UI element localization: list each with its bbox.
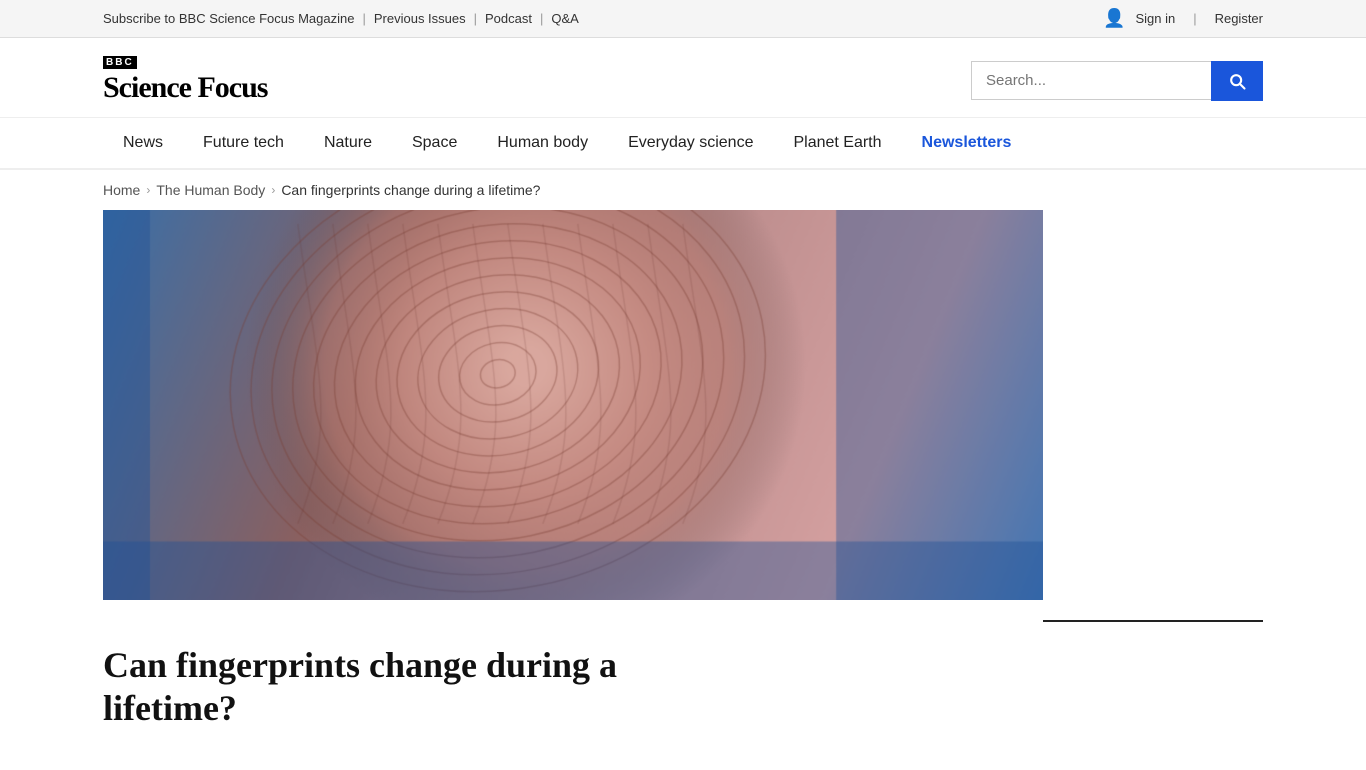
hero-image [103, 210, 1043, 600]
nav-item-human-body[interactable]: Human body [477, 118, 608, 168]
separator-2: | [474, 11, 477, 26]
search-icon [1227, 71, 1247, 91]
separator-1: | [362, 11, 365, 26]
breadcrumb-section[interactable]: The Human Body [156, 182, 265, 198]
nav-item-future-tech[interactable]: Future tech [183, 118, 304, 168]
qa-link[interactable]: Q&A [551, 11, 578, 26]
separator-auth: | [1193, 11, 1196, 26]
breadcrumb-home[interactable]: Home [103, 182, 140, 198]
main-content: Can fingerprints change during a lifetim… [83, 210, 1283, 770]
site-title: Science Focus [103, 71, 267, 105]
previous-issues-link[interactable]: Previous Issues [374, 11, 466, 26]
fingerprint-canvas [103, 210, 1043, 600]
logo[interactable]: BBC Science Focus [103, 56, 267, 105]
nav-item-everyday-science[interactable]: Everyday science [608, 118, 773, 168]
nav-item-news[interactable]: News [103, 118, 183, 168]
register-link[interactable]: Register [1215, 11, 1263, 26]
search-button[interactable] [1211, 61, 1263, 101]
sidebar-divider [1043, 620, 1263, 622]
nav-item-space[interactable]: Space [392, 118, 477, 168]
search-container [971, 61, 1263, 101]
user-icon: 👤 [1103, 8, 1125, 29]
header: BBC Science Focus [0, 38, 1366, 118]
auth-links: 👤 Sign in | Register [1103, 8, 1263, 29]
nav-item-nature[interactable]: Nature [304, 118, 392, 168]
top-bar: Subscribe to BBC Science Focus Magazine … [0, 0, 1366, 38]
separator-3: | [540, 11, 543, 26]
breadcrumb-current: Can fingerprints change during a lifetim… [281, 182, 540, 198]
nav-item-newsletters[interactable]: Newsletters [902, 118, 1032, 168]
breadcrumb-sep-2: › [271, 183, 275, 197]
main-nav: News Future tech Nature Space Human body… [0, 118, 1366, 170]
bbc-label: BBC [103, 56, 267, 69]
breadcrumb: Home › The Human Body › Can fingerprints… [83, 170, 1283, 210]
bbc-text: BBC [103, 56, 137, 69]
nav-item-planet-earth[interactable]: Planet Earth [773, 118, 901, 168]
signin-link[interactable]: Sign in [1135, 11, 1175, 26]
subscribe-link[interactable]: Subscribe to BBC Science Focus Magazine [103, 11, 354, 26]
article-title: Can fingerprints change during a lifetim… [103, 644, 1003, 730]
search-input[interactable] [971, 61, 1211, 100]
breadcrumb-sep-1: › [146, 183, 150, 197]
top-bar-links: Subscribe to BBC Science Focus Magazine … [103, 11, 579, 26]
podcast-link[interactable]: Podcast [485, 11, 532, 26]
